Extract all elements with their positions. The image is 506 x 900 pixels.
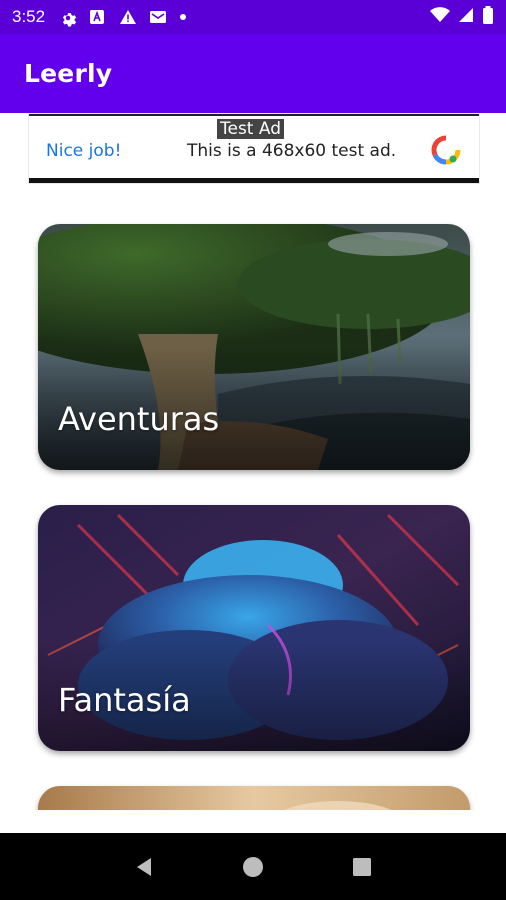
warning-icon: [119, 9, 137, 25]
category-card-aventuras[interactable]: Aventuras: [38, 224, 470, 470]
font-a-icon: [89, 9, 105, 25]
category-label: Aventuras: [58, 400, 220, 438]
gear-icon: [59, 9, 77, 27]
wifi-icon: [430, 6, 450, 28]
back-icon[interactable]: [131, 854, 157, 880]
app-bar: Leerly: [0, 34, 506, 113]
mail-icon: [149, 9, 167, 25]
category-label: Fantasía: [58, 681, 191, 719]
recents-icon[interactable]: [349, 854, 375, 880]
home-icon[interactable]: [240, 854, 266, 880]
ad-nice-text[interactable]: Nice job!: [46, 141, 121, 161]
battery-icon: [482, 5, 494, 29]
ad-text[interactable]: This is a 468x60 test ad.: [187, 141, 396, 161]
category-card-fantasia[interactable]: Fantasía: [38, 505, 470, 751]
ad-choices-icon[interactable]: [431, 135, 461, 165]
dot-icon: [179, 9, 195, 25]
signal-icon: [458, 7, 474, 28]
status-bar: 3:52: [0, 0, 506, 34]
ad-badge: Test Ad: [217, 119, 285, 139]
status-time: 3:52: [12, 7, 46, 26]
navigation-bar: [0, 833, 506, 900]
ad-banner[interactable]: Test Ad Nice job! This is a 468x60 test …: [29, 114, 479, 183]
app-title: Leerly: [24, 59, 113, 88]
list-bottom-edge: [0, 810, 506, 833]
